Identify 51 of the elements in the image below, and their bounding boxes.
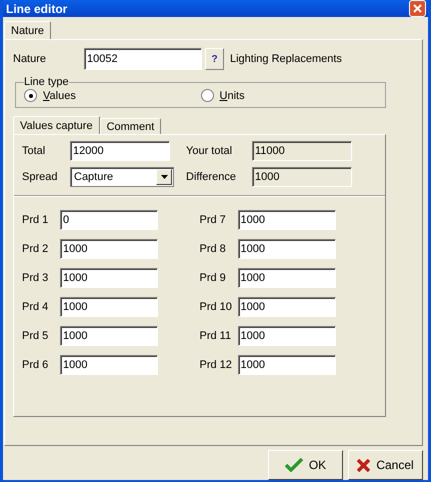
close-icon [413,4,422,13]
period-field[interactable]: 1000 [60,238,158,258]
field-label: Prd 1 [22,214,50,226]
field-label: Prd 2 [22,242,50,254]
caret-icon [160,175,168,179]
field-label: Your total [186,145,234,157]
field-label: Spread [22,171,58,183]
period-field[interactable]: 1000 [238,210,336,230]
cross-icon [357,458,370,472]
period-field[interactable]: 1000 [238,326,336,346]
radio-option[interactable]: Values [24,89,200,102]
nature-description: Lighting Replacements [230,53,342,65]
lookup-button[interactable]: ? [205,48,224,70]
radio-option[interactable]: Units [200,89,377,102]
group-title: Line type [24,76,69,88]
period-field[interactable]: 1000 [60,296,158,316]
close-button[interactable] [409,0,426,17]
checkmark-icon [284,458,303,472]
field-label: Prd 5 [22,330,50,342]
period-field[interactable]: 1000 [238,296,336,316]
field-label: Prd 12 [200,358,233,370]
field-label: Prd 7 [200,214,227,226]
tab[interactable]: Comment [100,118,162,134]
field-label: Difference [186,171,237,183]
your-total-field[interactable]: 11000 [252,141,352,161]
field-label: Prd 9 [200,272,227,284]
period-field[interactable]: 1000 [238,268,336,288]
tab[interactable]: Nature [4,21,52,39]
field-label: Prd 4 [22,300,50,312]
field-label: Prd 3 [22,272,50,284]
period-field[interactable]: 1000 [60,354,158,374]
tab[interactable]: Values capture [13,116,100,134]
total-field[interactable]: 12000 [70,141,170,161]
period-field[interactable]: 1000 [238,238,336,258]
period-field[interactable]: 1000 [60,268,158,288]
field-label: Total [22,145,46,157]
period-field[interactable]: 1000 [238,354,336,374]
dropdown-button[interactable] [156,169,172,185]
field-label: Prd 6 [22,358,50,370]
ok-button[interactable]: OK [268,450,343,480]
period-field[interactable]: 0 [60,210,158,230]
field-label: Nature [13,53,48,65]
cancel-button[interactable]: Cancel [348,450,423,480]
window-title: Line editor [6,2,68,16]
spread-dropdown[interactable]: Capture [70,167,174,187]
difference-field[interactable]: 1000 [252,167,352,187]
period-field[interactable]: 1000 [60,326,158,346]
field-label: Prd 10 [200,300,233,312]
field-label: Prd 8 [200,242,227,254]
field-label: Prd 11 [200,330,232,342]
nature-field[interactable]: 10052 [84,48,202,70]
